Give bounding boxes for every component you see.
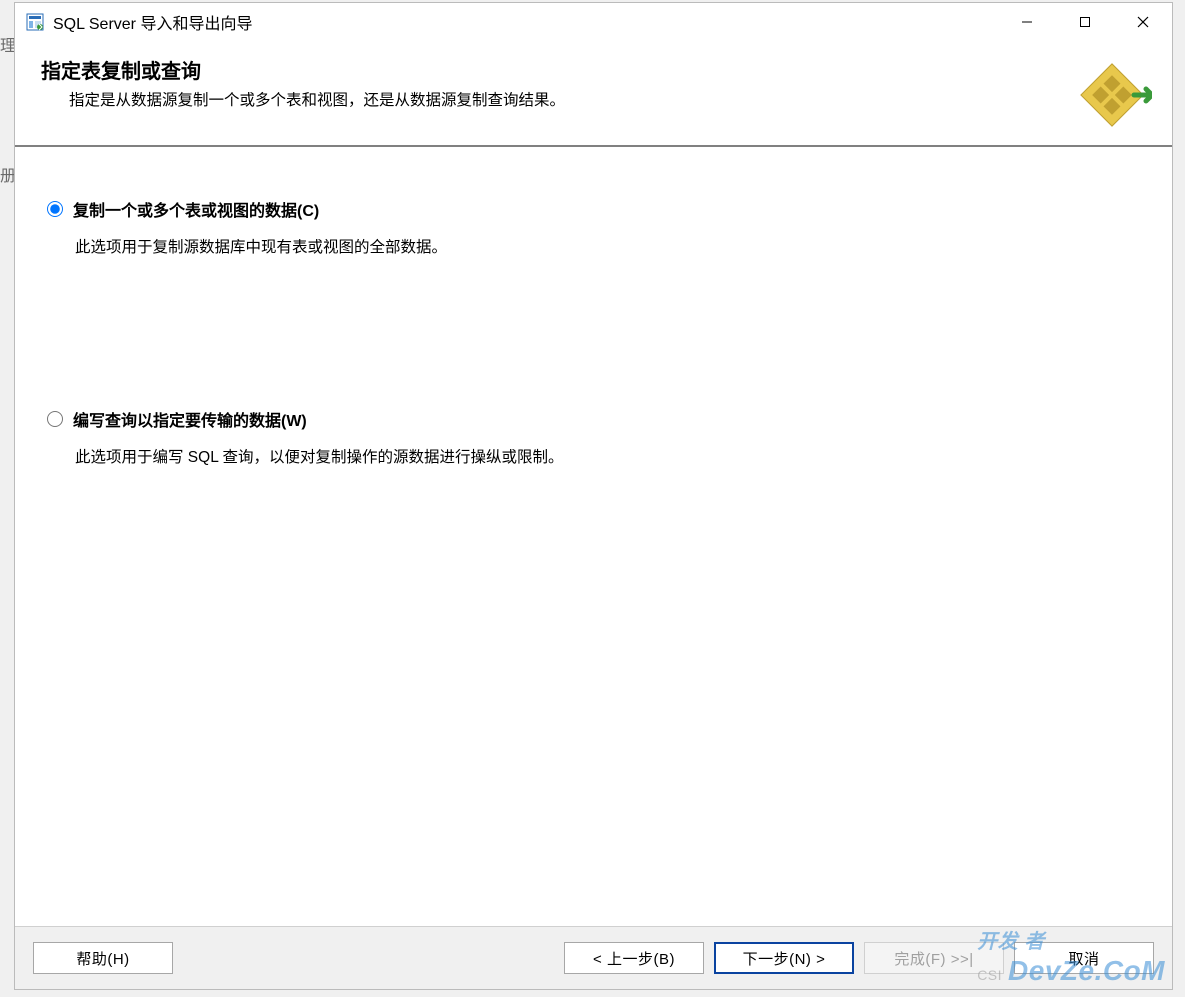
option-copy-tables: 复制一个或多个表或视图的数据(C) 此选项用于复制源数据库中现有表或视图的全部数… [45, 197, 1142, 257]
option-write-query-row[interactable]: 编写查询以指定要传输的数据(W) [45, 407, 1142, 431]
option-write-query-desc: 此选项用于编写 SQL 查询，以便对复制操作的源数据进行操纵或限制。 [45, 445, 1142, 467]
finish-button: 完成(F) >>| [864, 942, 1004, 974]
titlebar: SQL Server 导入和导出向导 [15, 3, 1172, 41]
option-copy-tables-label: 复制一个或多个表或视图的数据(C) [73, 197, 319, 221]
window-title: SQL Server 导入和导出向导 [53, 10, 998, 34]
option-write-query-radio[interactable] [47, 411, 63, 427]
next-button[interactable]: 下一步(N) > [714, 942, 854, 974]
option-copy-tables-radio[interactable] [47, 201, 63, 217]
page-title: 指定表复制或查询 [41, 55, 1072, 84]
close-button[interactable] [1114, 3, 1172, 41]
wizard-window: SQL Server 导入和导出向导 指定表复制或查询 指定是从数据源复制一个或… [14, 2, 1173, 990]
wizard-footer: 帮助(H) < 上一步(B) 下一步(N) > 完成(F) >>| 取消 [15, 926, 1172, 989]
wizard-content: 复制一个或多个表或视图的数据(C) 此选项用于复制源数据库中现有表或视图的全部数… [15, 147, 1172, 926]
option-copy-tables-desc: 此选项用于复制源数据库中现有表或视图的全部数据。 [45, 235, 1142, 257]
window-controls [998, 3, 1172, 41]
page-subtitle: 指定是从数据源复制一个或多个表和视图，还是从数据源复制查询结果。 [41, 88, 1072, 110]
wizard-icon [1072, 55, 1152, 135]
maximize-button[interactable] [1056, 3, 1114, 41]
help-button[interactable]: 帮助(H) [33, 942, 173, 974]
option-write-query: 编写查询以指定要传输的数据(W) 此选项用于编写 SQL 查询，以便对复制操作的… [45, 407, 1142, 467]
app-icon [25, 12, 45, 32]
option-write-query-label: 编写查询以指定要传输的数据(W) [73, 407, 307, 431]
minimize-button[interactable] [998, 3, 1056, 41]
option-copy-tables-row[interactable]: 复制一个或多个表或视图的数据(C) [45, 197, 1142, 221]
back-button[interactable]: < 上一步(B) [564, 942, 704, 974]
wizard-header: 指定表复制或查询 指定是从数据源复制一个或多个表和视图，还是从数据源复制查询结果… [15, 41, 1172, 147]
cancel-button[interactable]: 取消 [1014, 942, 1154, 974]
